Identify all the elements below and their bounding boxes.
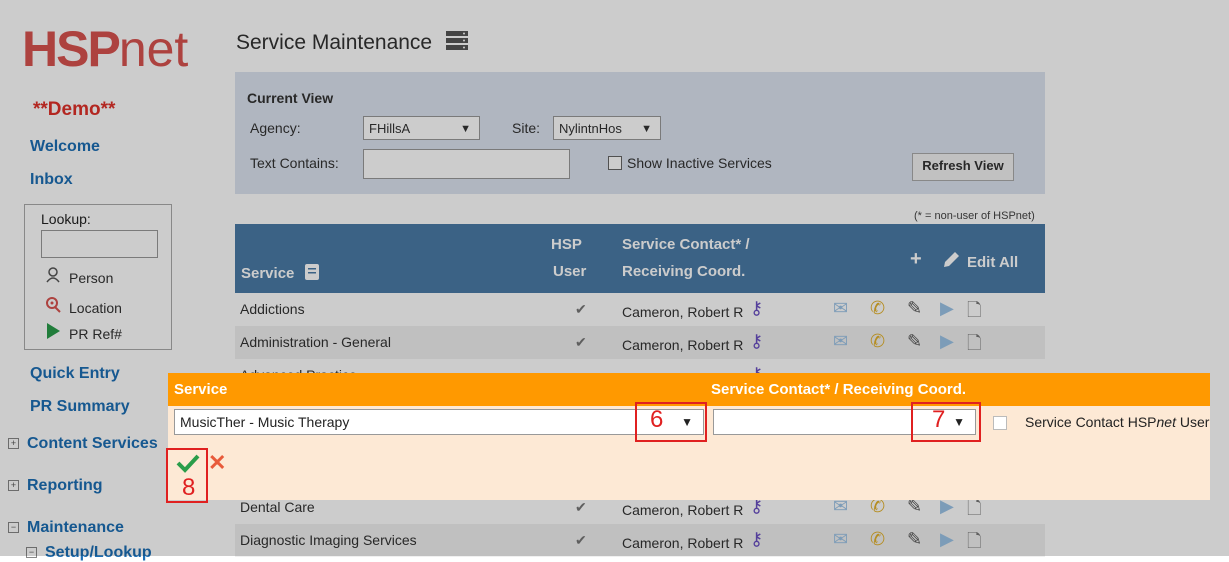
dialog-col-contact: Service Contact* / Receiving Coord. [711,381,967,398]
annotation-number: 7 [932,406,946,433]
annotation-box [911,402,981,442]
cancel-icon[interactable]: ✕ [208,452,226,474]
dialog-col-service: Service [174,381,228,398]
annotation-number: 8 [182,474,196,501]
annotation-box [635,402,707,442]
annotation-number: 6 [650,406,664,433]
hspnet-user-label: Service Contact HSPnet User [1025,414,1210,430]
hspnet-user-checkbox[interactable] [993,416,1007,430]
service-select[interactable]: MusicTher - Music Therapy ▼ [174,409,704,435]
